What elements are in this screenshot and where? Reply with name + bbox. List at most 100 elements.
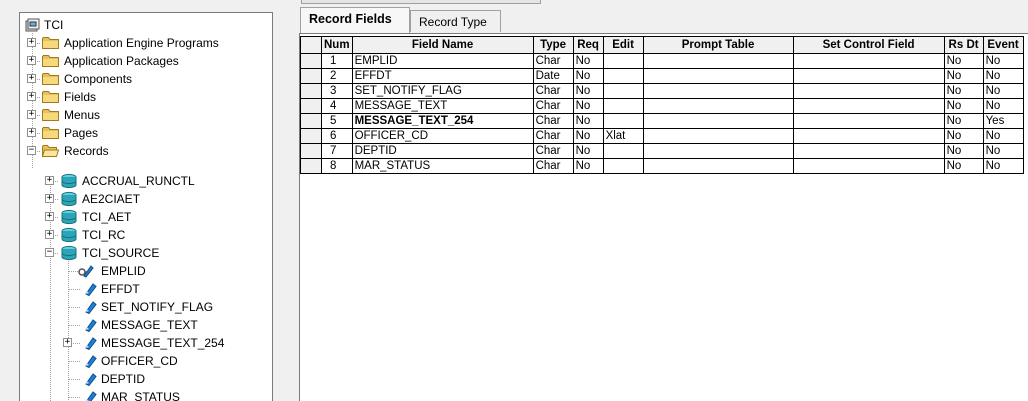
project-tree[interactable]: TCI + Application Engine Programs + Appl… bbox=[19, 12, 273, 401]
expand-toggle-icon[interactable]: + bbox=[27, 56, 36, 65]
row-selector[interactable] bbox=[300, 53, 322, 69]
num-cell[interactable]: 4 bbox=[321, 98, 353, 114]
row-selector[interactable] bbox=[300, 83, 322, 99]
tree-record-tci-source[interactable]: − TCI_SOURCE bbox=[20, 244, 270, 262]
num-cell[interactable]: 8 bbox=[321, 158, 353, 174]
field-name-cell[interactable]: MESSAGE_TEXT_254 bbox=[351, 113, 534, 129]
tree-folder-pages[interactable]: + Pages bbox=[20, 124, 270, 142]
set-control-field-cell[interactable] bbox=[792, 128, 945, 144]
num-cell[interactable]: 3 bbox=[321, 83, 353, 99]
expand-toggle-icon[interactable]: + bbox=[45, 194, 54, 203]
rs-dt-cell[interactable]: No bbox=[943, 143, 984, 159]
edit-cell[interactable] bbox=[602, 113, 644, 129]
row-selector[interactable] bbox=[300, 158, 322, 174]
expand-toggle-icon[interactable]: + bbox=[45, 176, 54, 185]
table-row[interactable]: 2 EFFDT Date No No No bbox=[300, 68, 1024, 84]
field-name-cell[interactable]: DEPTID bbox=[351, 143, 534, 159]
field-name-cell[interactable]: EFFDT bbox=[351, 68, 534, 84]
edit-cell[interactable] bbox=[602, 68, 644, 84]
tree-folder-records[interactable]: − Records bbox=[20, 142, 270, 160]
num-cell[interactable]: 1 bbox=[321, 53, 353, 69]
table-row[interactable]: 3 SET_NOTIFY_FLAG Char No No No bbox=[300, 83, 1024, 99]
column-header-req[interactable]: Req bbox=[572, 36, 604, 54]
row-selector[interactable] bbox=[300, 143, 322, 159]
tree-field-message-text-254[interactable]: + MESSAGE_TEXT_254 bbox=[20, 334, 270, 352]
tree-field-effdt[interactable]: EFFDT bbox=[20, 280, 270, 298]
prompt-table-cell[interactable] bbox=[642, 53, 794, 69]
type-cell[interactable]: Char bbox=[532, 158, 574, 174]
prompt-table-cell[interactable] bbox=[642, 83, 794, 99]
column-header-edit[interactable]: Edit bbox=[602, 36, 644, 54]
num-cell[interactable]: 7 bbox=[321, 143, 353, 159]
tree-record-accrual-runctl[interactable]: + ACCRUAL_RUNCTL bbox=[20, 172, 270, 190]
type-cell[interactable]: Char bbox=[532, 143, 574, 159]
collapse-toggle-icon[interactable]: − bbox=[27, 146, 36, 155]
expand-toggle-icon[interactable]: + bbox=[27, 128, 36, 137]
tree-field-message-text[interactable]: MESSAGE_TEXT bbox=[20, 316, 270, 334]
tree-folder-application-engine-programs[interactable]: + Application Engine Programs bbox=[20, 34, 270, 52]
tree-field-deptid[interactable]: DEPTID bbox=[20, 370, 270, 388]
tree-folder-fields[interactable]: + Fields bbox=[20, 88, 270, 106]
num-cell[interactable]: 2 bbox=[321, 68, 353, 84]
req-cell[interactable]: No bbox=[572, 143, 604, 159]
type-cell[interactable]: Date bbox=[532, 68, 574, 84]
tree-field-officer-cd[interactable]: OFFICER_CD bbox=[20, 352, 270, 370]
row-selector[interactable] bbox=[300, 113, 322, 129]
event-cell[interactable]: No bbox=[982, 68, 1024, 84]
req-cell[interactable]: No bbox=[572, 98, 604, 114]
column-header-num[interactable]: Num bbox=[321, 36, 353, 54]
edit-cell[interactable] bbox=[602, 158, 644, 174]
event-cell[interactable]: No bbox=[982, 53, 1024, 69]
tree-field-emplid[interactable]: EMPLID bbox=[20, 262, 270, 280]
req-cell[interactable]: No bbox=[572, 83, 604, 99]
field-name-cell[interactable]: MESSAGE_TEXT bbox=[351, 98, 534, 114]
tab-record-type[interactable]: Record Type bbox=[410, 10, 501, 32]
row-selector[interactable] bbox=[300, 68, 322, 84]
req-cell[interactable]: No bbox=[572, 53, 604, 69]
prompt-table-cell[interactable] bbox=[642, 113, 794, 129]
event-cell[interactable]: No bbox=[982, 83, 1024, 99]
tree-record-tci-aet[interactable]: + TCI_AET bbox=[20, 208, 270, 226]
rs-dt-cell[interactable]: No bbox=[943, 53, 984, 69]
rs-dt-cell[interactable]: No bbox=[943, 113, 984, 129]
event-cell[interactable]: No bbox=[982, 143, 1024, 159]
edit-cell[interactable] bbox=[602, 98, 644, 114]
column-header-rs-dt[interactable]: Rs Dt bbox=[943, 36, 984, 54]
column-header-event[interactable]: Event bbox=[982, 36, 1024, 54]
row-selector[interactable] bbox=[300, 98, 322, 114]
field-name-cell[interactable]: OFFICER_CD bbox=[351, 128, 534, 144]
type-cell[interactable]: Char bbox=[532, 128, 574, 144]
expand-toggle-icon[interactable]: + bbox=[27, 38, 36, 47]
rs-dt-cell[interactable]: No bbox=[943, 158, 984, 174]
expand-toggle-icon[interactable]: + bbox=[63, 338, 72, 347]
event-cell[interactable]: Yes bbox=[982, 113, 1024, 129]
edit-cell[interactable] bbox=[602, 83, 644, 99]
tree-record-ae2ciaet[interactable]: + AE2CIAET bbox=[20, 190, 270, 208]
prompt-table-cell[interactable] bbox=[642, 128, 794, 144]
rs-dt-cell[interactable]: No bbox=[943, 98, 984, 114]
prompt-table-cell[interactable] bbox=[642, 98, 794, 114]
table-row[interactable]: 7 DEPTID Char No No No bbox=[300, 143, 1024, 159]
req-cell[interactable]: No bbox=[572, 128, 604, 144]
tab-record-fields[interactable]: Record Fields bbox=[300, 7, 410, 33]
req-cell[interactable]: No bbox=[572, 113, 604, 129]
tree-folder-menus[interactable]: + Menus bbox=[20, 106, 270, 124]
column-header-prompt-table[interactable]: Prompt Table bbox=[642, 36, 794, 54]
edit-cell[interactable]: Xlat bbox=[602, 128, 644, 144]
prompt-table-cell[interactable] bbox=[642, 68, 794, 84]
field-name-cell[interactable]: MAR_STATUS bbox=[351, 158, 534, 174]
expand-toggle-icon[interactable]: + bbox=[45, 230, 54, 239]
table-row[interactable]: 6 OFFICER_CD Char No Xlat No No bbox=[300, 128, 1024, 144]
field-name-cell[interactable]: EMPLID bbox=[351, 53, 534, 69]
rs-dt-cell[interactable]: No bbox=[943, 83, 984, 99]
column-header-field-name[interactable]: Field Name bbox=[351, 36, 534, 54]
tree-folder-components[interactable]: + Components bbox=[20, 70, 270, 88]
expand-toggle-icon[interactable]: + bbox=[27, 92, 36, 101]
record-fields-grid[interactable]: Num Field Name Type Req Edit Prompt Tabl… bbox=[299, 33, 1028, 401]
expand-toggle-icon[interactable]: + bbox=[45, 212, 54, 221]
edit-cell[interactable] bbox=[602, 143, 644, 159]
table-row[interactable]: 8 MAR_STATUS Char No No No bbox=[300, 158, 1024, 174]
set-control-field-cell[interactable] bbox=[792, 143, 945, 159]
column-header-type[interactable]: Type bbox=[532, 36, 574, 54]
edit-cell[interactable] bbox=[602, 53, 644, 69]
